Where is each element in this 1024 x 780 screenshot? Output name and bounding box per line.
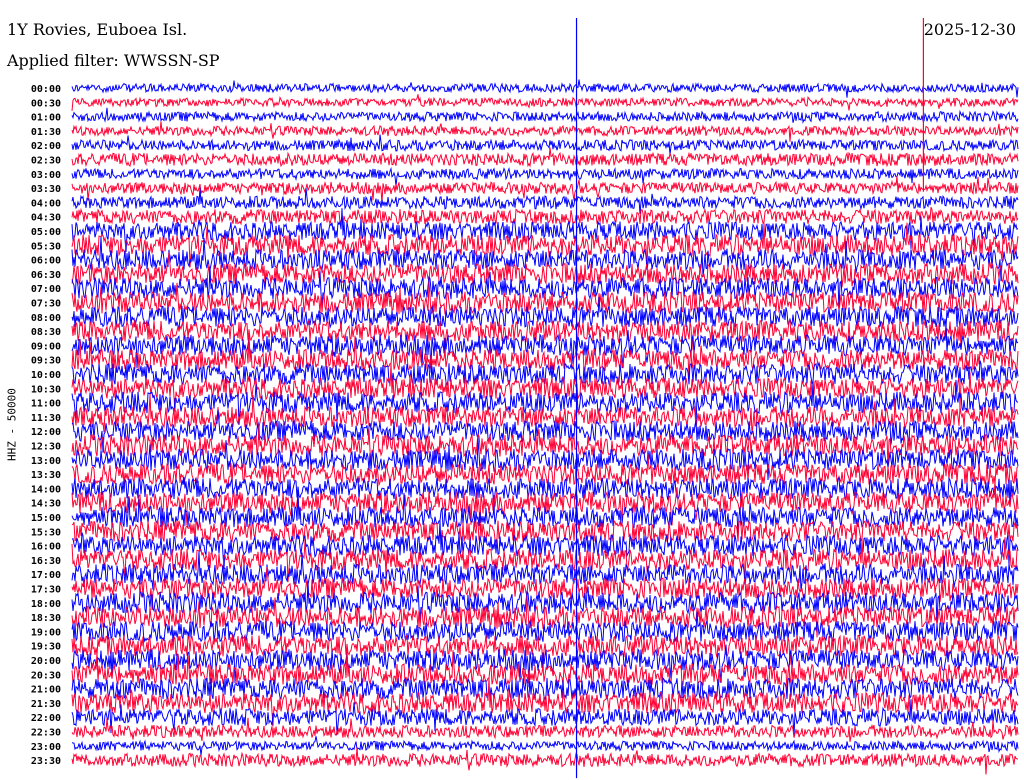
trace-row-0030 (71, 94, 1019, 111)
row-time-label: 06:30 (31, 270, 61, 281)
trace-row-0200 (71, 134, 1019, 156)
row-time-label: 15:00 (31, 513, 61, 524)
trace-row-2330 (71, 747, 1019, 775)
row-time-label: 14:30 (31, 499, 61, 510)
row-time-label: 18:00 (31, 599, 61, 610)
row-time-label: 12:30 (31, 442, 61, 453)
row-time-label: 19:00 (31, 627, 61, 638)
row-time-label: 00:00 (31, 84, 61, 95)
row-time-label: 07:00 (31, 284, 61, 295)
trace-row-0000 (71, 79, 1019, 98)
row-time-label: 11:30 (31, 413, 61, 424)
row-time-label: 09:00 (31, 341, 61, 352)
row-time-label: 14:00 (31, 484, 61, 495)
row-time-label: 03:30 (31, 184, 61, 195)
row-time-label: 17:30 (31, 585, 61, 596)
row-time-label: 10:30 (31, 384, 61, 395)
row-time-label: 04:00 (31, 198, 61, 209)
row-time-label: 16:00 (31, 542, 61, 553)
row-time-label: 22:00 (31, 713, 61, 724)
row-time-label: 18:30 (31, 613, 61, 624)
row-time-label: 21:30 (31, 699, 61, 710)
row-time-label: 08:00 (31, 313, 61, 324)
row-time-label: 11:00 (31, 399, 61, 410)
row-time-label: 08:30 (31, 327, 61, 338)
row-time-label: 02:30 (31, 156, 61, 167)
row-time-label: 19:30 (31, 642, 61, 653)
row-time-label: 01:30 (31, 127, 61, 138)
row-time-label: 17:00 (31, 570, 61, 581)
row-time-label: 23:00 (31, 742, 61, 753)
row-time-label: 06:00 (31, 256, 61, 267)
row-time-label: 01:00 (31, 113, 61, 124)
row-time-label: 20:00 (31, 656, 61, 667)
trace-row-2300 (71, 736, 1019, 756)
row-time-label: 05:30 (31, 241, 61, 252)
row-time-label: 02:00 (31, 141, 61, 152)
row-time-label: 00:30 (31, 98, 61, 109)
row-time-label: 23:30 (31, 756, 61, 767)
trace-row-0130 (71, 121, 1019, 142)
row-time-label: 03:00 (31, 170, 61, 181)
row-time-label: 04:30 (31, 213, 61, 224)
trace-row-0100 (71, 107, 1019, 124)
row-time-label: 22:30 (31, 728, 61, 739)
row-time-label: 16:30 (31, 556, 61, 567)
row-time-label: 09:30 (31, 356, 61, 367)
row-time-label: 13:30 (31, 470, 61, 481)
trace-row-0430 (71, 207, 1019, 226)
row-time-label: 21:00 (31, 685, 61, 696)
helicorder-plot: 00:00 00:30 01:00 01:30 02:00 02:30 03:00 03:30… (31, 18, 1019, 779)
row-time-label: 13:00 (31, 456, 61, 467)
trace-row-2230 (71, 717, 1019, 742)
row-time-label: 07:30 (31, 299, 61, 310)
trace-row-2100 (71, 676, 1019, 701)
row-time-label: 20:30 (31, 670, 61, 681)
row-time-label: 05:00 (31, 227, 61, 238)
row-time-label: 12:00 (31, 427, 61, 438)
row-time-label: 10:00 (31, 370, 61, 381)
row-time-label: 15:30 (31, 527, 61, 538)
